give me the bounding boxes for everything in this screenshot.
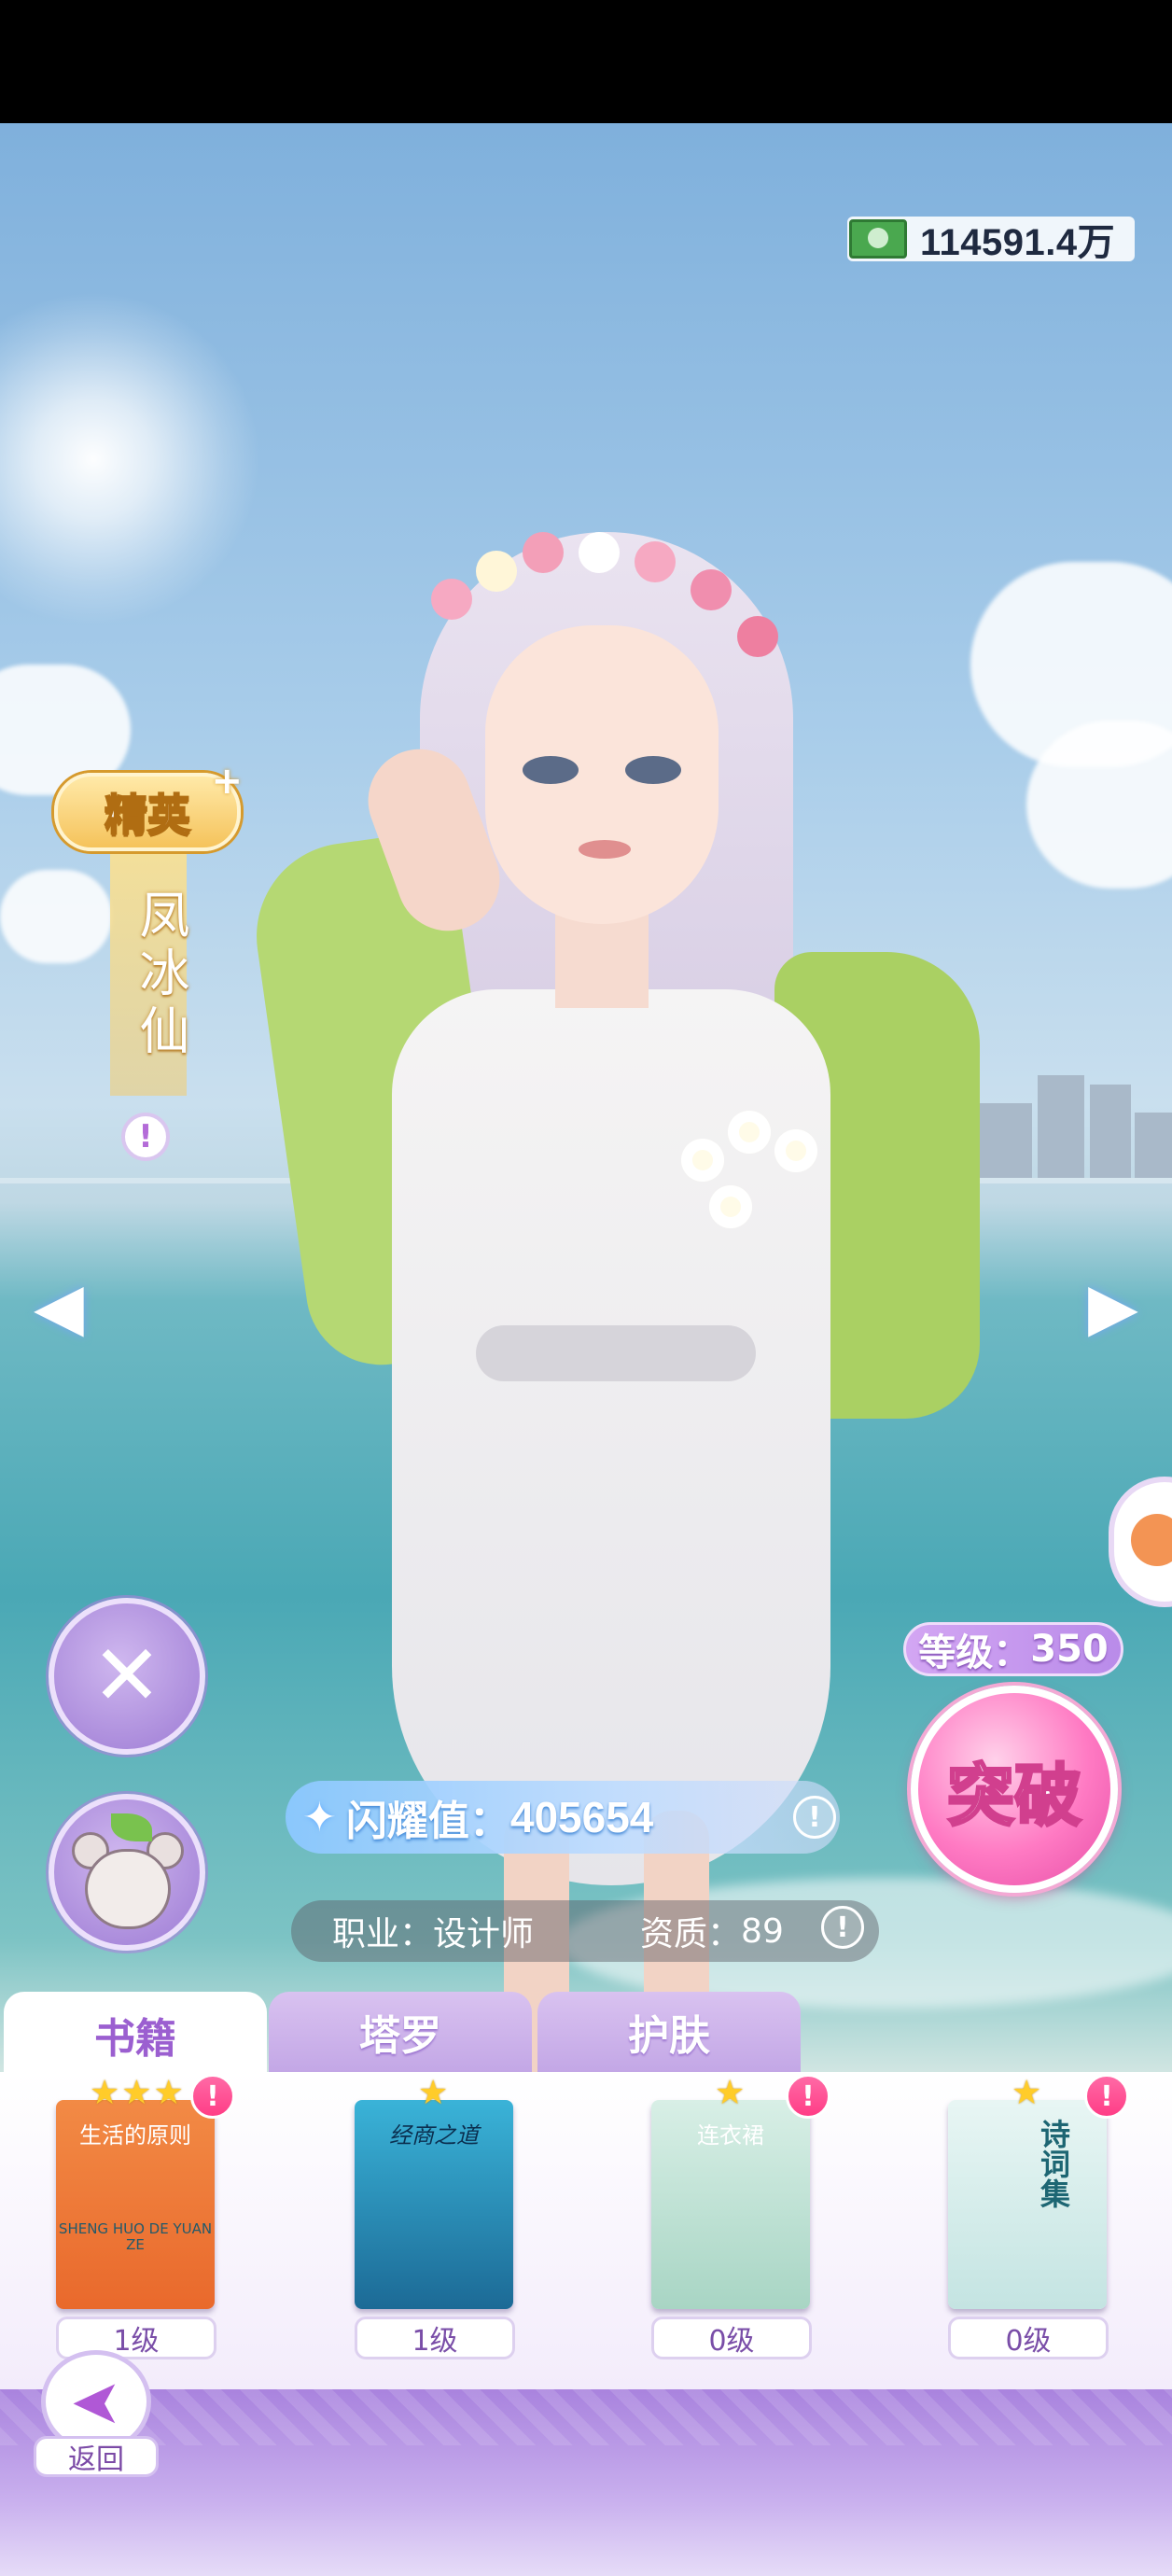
prev-character-arrow-icon[interactable]: ◀	[34, 1274, 90, 1339]
currency-value: 114591.4万	[920, 222, 1116, 263]
sparkle-icon: ✦	[302, 1793, 337, 1841]
flower-crown	[523, 532, 564, 573]
flower-crown	[691, 569, 732, 610]
aptitude-label: 资质：	[640, 1915, 742, 1953]
level-label: 等级：	[918, 1631, 1031, 1674]
job-label: 职业：	[332, 1915, 434, 1953]
aptitude-value: 89	[741, 1911, 784, 1951]
book-title: 诗词集	[1036, 2119, 1071, 2208]
shine-info-button[interactable]: !	[793, 1796, 836, 1839]
flower-crown	[579, 532, 620, 573]
cash-icon	[849, 219, 907, 259]
name-ribbon: 凤冰仙	[110, 853, 189, 1096]
status-bar	[0, 0, 1172, 123]
pet-button[interactable]	[49, 1794, 205, 1951]
tab-skincare[interactable]: 护肤	[537, 1992, 801, 2072]
currency-display: 114591.4万	[847, 217, 1135, 263]
character-name: 凤冰仙	[131, 889, 189, 1062]
star-icon: ★	[90, 2074, 120, 2112]
book-stars: ★ ★ ★	[90, 2074, 184, 2112]
book-title: 连衣裙	[697, 2122, 764, 2149]
book-stars: ★	[1012, 2074, 1042, 2112]
breakthrough-button[interactable]: 突破	[911, 1686, 1118, 1893]
book-alert-badge: !	[1084, 2074, 1129, 2119]
rank-plus-icon: +	[211, 760, 243, 803]
book-card[interactable]: 诗词集	[948, 2100, 1107, 2309]
star-icon: ★	[418, 2074, 449, 2112]
job-value: 设计师	[433, 1915, 535, 1953]
book-level: 0级	[948, 2317, 1109, 2359]
book-alert-badge: !	[786, 2074, 830, 2119]
aptitude-info-button[interactable]: !	[821, 1906, 864, 1949]
book-alert-badge: !	[190, 2074, 235, 2119]
back-label: 返回	[34, 2436, 159, 2477]
flower-bouquet	[672, 1101, 840, 1232]
flower-crown	[737, 616, 778, 657]
item-panel: 书籍 塔罗 护肤 生活的原则 SHENG HUO DE YUAN ZE ★ ★ …	[0, 1992, 1172, 2576]
level-badge: 等级： 350	[903, 1622, 1123, 1676]
cloud	[0, 870, 112, 963]
star-icon: ★	[153, 2074, 184, 2112]
character-face	[485, 625, 719, 924]
tab-tarot[interactable]: 塔罗	[269, 1992, 532, 2072]
footer-bar	[0, 2389, 1172, 2576]
book-title: 生活的原则	[79, 2122, 191, 2149]
flower-crown	[635, 541, 676, 582]
book-level: 1级	[355, 2317, 515, 2359]
book-stars: ★	[715, 2074, 746, 2112]
level-value: 350	[1030, 1628, 1109, 1671]
next-character-arrow-icon[interactable]: ▶	[1088, 1274, 1144, 1339]
star-icon: ★	[121, 2074, 152, 2112]
shine-value-bar: ✦ 闪耀值： 405654	[286, 1781, 840, 1854]
rank-label: 精英	[104, 789, 191, 841]
character-eye	[625, 756, 681, 784]
star-icon: ★	[1012, 2074, 1042, 2112]
book-card[interactable]: 生活的原则 SHENG HUO DE YUAN ZE	[56, 2100, 215, 2309]
rank-badge: 精英 +	[54, 760, 243, 851]
tab-bar: 书籍 塔罗 护肤	[0, 1992, 1172, 2078]
flower-crown	[431, 579, 472, 620]
book-card[interactable]: 连衣裙	[651, 2100, 810, 2309]
book-level: 0级	[651, 2317, 812, 2359]
back-button[interactable]: ➤ 返回	[34, 2350, 159, 2477]
character-info-button[interactable]: !	[121, 1113, 170, 1161]
breakthrough-label: 突破	[945, 1755, 1082, 1836]
tools-icon: ✕	[91, 1627, 162, 1725]
pet-icon	[66, 1812, 188, 1933]
book-list: 生活的原则 SHENG HUO DE YUAN ZE ★ ★ ★ ! 1级 经商…	[0, 2072, 1172, 2389]
shine-value: 405654	[509, 1793, 654, 1841]
book-stars: ★	[418, 2074, 449, 2112]
flower-crown	[476, 551, 517, 592]
profession-bar: 职业： 设计师 资质： 89	[291, 1900, 879, 1962]
tab-books[interactable]: 书籍	[4, 1992, 267, 2078]
character-eye	[523, 756, 579, 784]
book-title: 经商之道	[389, 2122, 479, 2149]
character-lips	[579, 840, 631, 859]
shine-label: 闪耀值：	[345, 1798, 510, 1845]
character-sash	[476, 1325, 756, 1381]
book-subtitle: SHENG HUO DE YUAN ZE	[58, 2220, 213, 2253]
book-card[interactable]: 经商之道	[355, 2100, 513, 2309]
star-icon: ★	[715, 2074, 746, 2112]
tools-button[interactable]: ✕	[49, 1598, 205, 1755]
